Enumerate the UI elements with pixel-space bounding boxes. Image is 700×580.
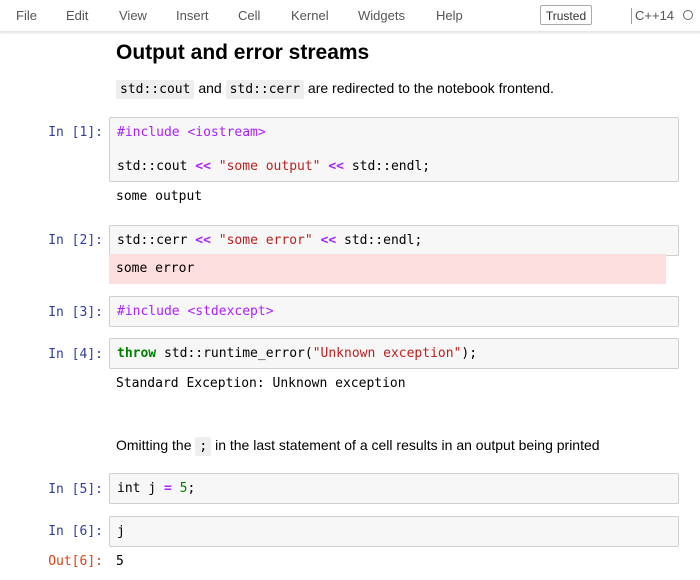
intro-text-mid: and: [194, 80, 226, 96]
intro-text-rest: are redirected to the notebook frontend.: [304, 80, 554, 96]
note-text-post: in the last statement of a cell results …: [211, 437, 600, 453]
cell-1-input[interactable]: #include <iostream> std::cout << "some o…: [109, 117, 679, 182]
code-token: std::runtime_error(: [156, 346, 313, 361]
code-token: ;: [187, 481, 196, 496]
cell-1-prompt: In [1]:: [48, 125, 103, 140]
cell-2-stderr-output: some error: [109, 254, 666, 284]
cell-5-prompt: In [5]:: [48, 482, 103, 497]
code-token: "some output": [218, 159, 321, 174]
kernel-separator: [631, 8, 632, 24]
cell-4-code-line: throw std::runtime_error("Unknown except…: [117, 346, 477, 361]
code-token: #include <iostream>: [117, 125, 266, 140]
code-token: #include <stdexcept>: [117, 304, 274, 319]
code-token: std::cerr: [117, 233, 196, 248]
menu-view[interactable]: View: [119, 8, 147, 23]
inline-code-cerr: std::cerr: [225, 80, 305, 99]
code-token: "some error": [218, 233, 313, 248]
menu-edit[interactable]: Edit: [66, 8, 88, 23]
code-token: std::endl;: [344, 159, 431, 174]
inline-code-semicolon: ;: [195, 437, 212, 456]
cell-2-stderr-text: some error: [116, 261, 195, 276]
code-token: <<: [328, 159, 344, 174]
cell-4-input[interactable]: throw std::runtime_error("Unknown except…: [109, 338, 679, 369]
menu-kernel[interactable]: Kernel: [291, 8, 329, 23]
cell-2-code-line: std::cerr << "some error" << std::endl;: [117, 233, 422, 248]
cell-1-code-line: std::cout << "some output" << std::endl;: [117, 159, 430, 174]
cell-3-code-line: #include <stdexcept>: [117, 304, 274, 319]
cell-3-prompt: In [3]:: [48, 305, 103, 320]
cell-6-prompt: In [6]:: [48, 524, 103, 539]
cell-6-code-line: j: [117, 524, 125, 539]
code-token: <<: [195, 159, 211, 174]
cell-4-prompt: In [4]:: [48, 347, 103, 362]
cell-2-prompt: In [2]:: [48, 233, 103, 248]
menu-insert[interactable]: Insert: [176, 8, 209, 23]
kernel-name[interactable]: C++14: [635, 8, 674, 23]
cell-5-code-line: int j = 5;: [117, 481, 195, 496]
cell-6-out-prompt: Out[6]:: [48, 554, 103, 569]
code-token: "Unknown exception": [312, 346, 462, 361]
code-token: );: [461, 346, 478, 361]
code-token: <<: [320, 233, 337, 248]
inline-code-cout: std::cout: [116, 80, 195, 99]
note-text-pre: Omitting the: [116, 437, 196, 453]
cell-2-input[interactable]: std::cerr << "some error" << std::endl;: [109, 225, 679, 256]
code-token: int j: [117, 481, 164, 496]
cell-6-input[interactable]: j: [109, 516, 679, 547]
menu-widgets[interactable]: Widgets: [358, 8, 405, 23]
semicolon-note: Omitting the ; in the last statement of …: [116, 437, 600, 456]
cell-6-output: 5: [116, 554, 124, 569]
kernel-idle-icon: [683, 10, 693, 20]
intro-paragraph: std::cout and std::cerr are redirected t…: [116, 80, 554, 99]
code-token: j: [117, 524, 125, 539]
menu-help[interactable]: Help: [436, 8, 463, 23]
code-token: std::endl;: [336, 233, 423, 248]
menu-cell[interactable]: Cell: [238, 8, 260, 23]
code-token: std::cout: [117, 159, 196, 174]
code-token: throw: [117, 346, 157, 361]
cell-1-output: some output: [116, 189, 203, 204]
trusted-indicator[interactable]: Trusted: [540, 5, 592, 25]
cell-3-input[interactable]: #include <stdexcept>: [109, 296, 679, 327]
cell-1-code-line: #include <iostream>: [117, 125, 266, 140]
cell-4-output: Standard Exception: Unknown exception: [116, 376, 406, 391]
menu-bar: File Edit View Insert Cell Kernel Widget…: [0, 0, 700, 32]
menu-file[interactable]: File: [16, 8, 37, 23]
code-token: <<: [195, 233, 211, 248]
cell-5-input[interactable]: int j = 5;: [109, 473, 679, 504]
code-token: =: [163, 481, 172, 496]
notebook-heading: Output and error streams: [116, 41, 370, 64]
